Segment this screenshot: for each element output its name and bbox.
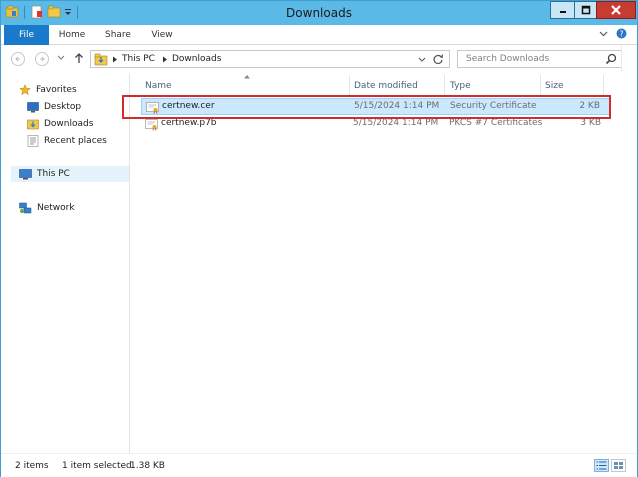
nav-recent-places-label: Recent places — [44, 136, 107, 146]
nav-favorites[interactable]: Favorites — [19, 82, 77, 98]
large-icons-view-icon — [614, 462, 623, 469]
file-type: PKCS #7 Certificates — [449, 118, 543, 128]
window-title: Downloads — [286, 6, 352, 20]
column-separator[interactable] — [603, 75, 604, 95]
details-view-icon — [596, 461, 607, 470]
search-placeholder: Search Downloads — [466, 54, 550, 64]
address-row: This PC Downloads Search Downloads — [1, 45, 637, 73]
column-header-type[interactable]: Type — [450, 77, 540, 95]
nav-network[interactable]: Network — [19, 200, 75, 216]
nav-this-pc-label: This PC — [37, 169, 70, 179]
breadcrumb-this-pc[interactable]: This PC — [122, 54, 155, 64]
main-area: Favorites Desktop Downloads Recent place… — [1, 73, 637, 453]
column-header-date[interactable]: Date modified — [354, 77, 444, 95]
nav-network-label: Network — [37, 203, 75, 213]
ribbon-controls: ? — [599, 28, 627, 39]
tab-home[interactable]: Home — [56, 25, 88, 45]
search-box[interactable]: Search Downloads — [457, 50, 622, 68]
ribbon-tabs: File Home Share View ? — [1, 25, 637, 45]
column-separator[interactable] — [444, 75, 445, 95]
minimize-button[interactable] — [550, 1, 574, 19]
status-selection: 1 item selected — [62, 461, 132, 471]
nav-this-pc[interactable]: This PC — [11, 166, 129, 182]
file-name: certnew.p7b — [161, 118, 217, 128]
tab-file[interactable]: File — [4, 25, 49, 45]
nav-downloads[interactable]: Downloads — [27, 116, 93, 132]
downloads-folder-icon — [27, 119, 39, 130]
column-separator[interactable] — [540, 75, 541, 95]
breadcrumb-arrow-icon[interactable] — [162, 56, 168, 63]
certificate-file-icon — [145, 119, 158, 131]
nav-desktop[interactable]: Desktop — [27, 99, 81, 115]
column-separator[interactable] — [349, 75, 350, 95]
column-header-name[interactable]: Name — [145, 77, 345, 95]
nav-desktop-label: Desktop — [44, 102, 82, 112]
recent-places-icon — [27, 135, 39, 147]
recent-locations-icon[interactable] — [57, 54, 65, 62]
computer-icon — [19, 168, 32, 179]
svg-text:?: ? — [619, 30, 623, 39]
help-icon[interactable]: ? — [616, 28, 627, 39]
file-size: 3 KB — [580, 118, 601, 128]
back-arrow-icon — [15, 56, 20, 62]
file-list: Name Date modified Type Size certnew.cer… — [131, 73, 621, 453]
status-selection-size: 1.38 KB — [130, 461, 165, 471]
tab-share[interactable]: Share — [102, 25, 134, 45]
downloads-folder-icon — [94, 53, 108, 66]
close-icon — [611, 5, 621, 15]
nav-recent-places[interactable]: Recent places — [27, 133, 107, 149]
forward-arrow-icon — [40, 56, 45, 62]
breadcrumb-downloads[interactable]: Downloads — [172, 54, 221, 64]
expand-ribbon-icon[interactable] — [599, 29, 608, 38]
details-view-button[interactable] — [594, 459, 609, 472]
title-bar: Downloads — [1, 1, 637, 25]
nav-favorites-label: Favorites — [36, 85, 77, 95]
address-history-icon[interactable] — [418, 56, 426, 64]
search-icon[interactable] — [605, 53, 617, 65]
annotation-highlight-box — [122, 95, 611, 119]
large-icons-view-button[interactable] — [611, 459, 626, 472]
address-bar[interactable]: This PC Downloads — [90, 50, 450, 68]
network-icon — [19, 202, 32, 214]
breadcrumb-arrow-icon[interactable] — [112, 56, 118, 63]
maximize-button[interactable] — [574, 1, 596, 19]
nav-downloads-label: Downloads — [44, 119, 94, 129]
file-date: 5/15/2024 1:14 PM — [353, 118, 439, 128]
star-icon — [19, 84, 31, 96]
close-button[interactable] — [596, 1, 636, 19]
minimize-icon — [559, 11, 566, 13]
forward-button[interactable] — [35, 52, 49, 66]
up-arrow-icon[interactable] — [72, 51, 86, 65]
navigation-pane: Favorites Desktop Downloads Recent place… — [1, 73, 130, 453]
refresh-icon[interactable] — [432, 53, 444, 65]
tab-view[interactable]: View — [147, 25, 177, 45]
back-button[interactable] — [11, 52, 25, 66]
column-header-size[interactable]: Size — [545, 77, 595, 95]
status-bar: 2 items 1 item selected 1.38 KB — [1, 453, 637, 477]
desktop-icon — [27, 101, 39, 112]
maximize-icon — [581, 5, 590, 15]
explorer-window: Downloads File Home Share View ? This PC… — [0, 0, 638, 477]
status-item-count: 2 items — [15, 461, 49, 471]
